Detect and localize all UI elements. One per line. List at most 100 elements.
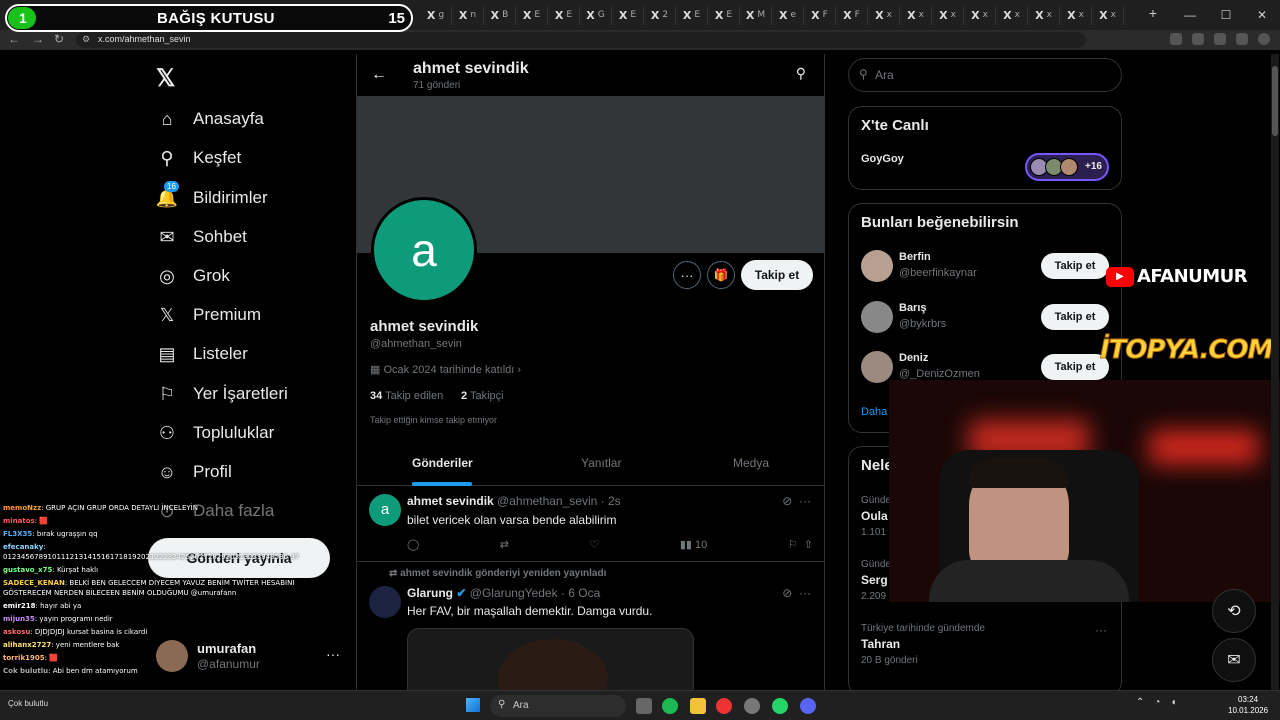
following-link[interactable]: 34 Takip edilen [370,390,443,402]
minimize-icon[interactable]: — [1172,0,1208,30]
nav-item-grok[interactable]: ◎ Grok [156,261,230,291]
maximize-icon[interactable]: ☐ [1208,0,1244,30]
live-listeners[interactable]: +16 [1025,153,1109,181]
browser-tab[interactable]: Xg [420,5,452,25]
more-icon[interactable]: ··· [326,646,340,662]
extension-icon[interactable] [1214,33,1226,45]
browser-tab[interactable]: Xx [1060,5,1092,25]
follow-button[interactable]: Takip et [1041,304,1109,330]
browser-tab[interactable]: XF [804,5,836,25]
nav-item-topluluklar[interactable]: ⚇ Topluluklar [156,418,274,448]
browser-tab[interactable]: XM [740,5,772,25]
volume-icon[interactable]: ◖ [1170,697,1176,708]
browser-tab[interactable]: XE [708,5,740,25]
extension-icon[interactable] [1170,33,1182,45]
wifi-icon[interactable]: ◔ [1154,697,1160,708]
browser-tab[interactable]: Xe [772,5,804,25]
browser-tab[interactable]: XE [676,5,708,25]
nav-item-sohbet[interactable]: ✉ Sohbet [156,222,246,252]
gift-icon[interactable]: 🎁 [707,261,735,289]
avatar[interactable] [861,250,893,282]
back-arrow-icon[interactable]: ← [371,66,387,84]
browser-tab[interactable]: Xx [1028,5,1060,25]
show-more-link[interactable]: Daha [861,406,887,418]
views-count[interactable]: ▮▮ 10 [680,538,707,551]
follow-button[interactable]: Takip et [1041,354,1109,380]
post-author[interactable]: Glarung ✔ @GlarungYedek · 6 Oca [407,586,600,600]
more-icon[interactable]: ··· [799,494,811,508]
avatar[interactable] [369,586,401,618]
browser-tab[interactable]: XE [516,5,548,25]
nav-item-listeler[interactable]: ▤ Listeler [156,339,247,369]
chevron-up-icon[interactable]: ⌃ [1136,697,1144,708]
forward-icon[interactable]: → [32,32,44,46]
browser-tab[interactable]: X2 [644,5,676,25]
followers-link[interactable]: 2 Takipçi [461,390,504,402]
profile-avatar[interactable]: a [371,197,477,303]
url-field[interactable]: ⚙ x.com/ahmethan_sevin [76,32,1086,48]
site-info-icon[interactable]: ⚙ [82,34,90,45]
reload-icon[interactable]: ↻ [54,32,64,46]
browser-tab[interactable]: XB [484,5,516,25]
avatar[interactable] [861,301,893,333]
search-icon[interactable]: ⚲ [796,65,806,82]
taskbar-search[interactable]: ⚲ Ara [490,695,626,717]
follow-button[interactable]: Takip et [741,260,813,290]
browser-tab[interactable]: Xx [900,5,932,25]
bookmark-icon[interactable]: ⚐ ⇧ [788,538,813,551]
clock[interactable]: 03:24 10.01.2026 [1228,694,1268,716]
grok-icon[interactable]: ⊘ [782,586,792,600]
nav-item-bildirimler[interactable]: 🔔 16 Bildirimler [156,181,268,213]
browser-tab[interactable]: Xx [868,5,900,25]
x-logo[interactable]: 𝕏 [156,64,175,93]
browser-tab[interactable]: XG [580,5,612,25]
join-date[interactable]: ▦ Ocak 2024 tarihinde katıldı › [370,363,521,376]
post[interactable]: a ahmet sevindik @ahmethan_sevin · 2s ⊘ … [357,486,825,562]
trend-name[interactable]: Oula [861,509,888,523]
discord-icon[interactable] [800,698,816,714]
scrollbar-thumb[interactable] [1272,66,1278,136]
nav-item-keşfet[interactable]: ⚲ Keşfet [156,143,241,173]
post-author[interactable]: ahmet sevindik @ahmethan_sevin · 2s [407,494,621,508]
more-options-button[interactable]: ··· [673,261,701,289]
browser-tab[interactable]: XF [836,5,868,25]
nav-item-anasayfa[interactable]: ⌂ Anasayfa [156,104,264,134]
nav-item-profil[interactable]: ☺ Profil [156,457,232,487]
suggestion-item[interactable]: Barış @bykrbrs Takip et [861,301,1111,335]
trend-name[interactable]: Serg [861,573,888,587]
trend-name[interactable]: Tahran [861,637,900,651]
search-input[interactable]: ⚲ Ara [848,58,1122,92]
tab-replies[interactable]: Yanıtlar [581,456,621,470]
avatar[interactable] [861,351,893,383]
back-icon[interactable]: ← [8,32,20,46]
tab-media[interactable]: Medya [733,456,769,470]
browser-tab[interactable]: Xx [964,5,996,25]
start-icon[interactable] [466,698,480,712]
more-icon[interactable]: ··· [1095,623,1107,637]
scrollbar[interactable] [1271,54,1279,690]
extension-icon[interactable] [1236,33,1248,45]
live-space-name[interactable]: GoyGoy [861,153,904,165]
reply-icon[interactable]: ◯ [407,538,419,551]
repost-icon[interactable]: ⇄ [500,538,509,551]
file-explorer-icon[interactable] [690,698,706,714]
browser-tab[interactable]: Xx [1092,5,1124,25]
follow-button[interactable]: Takip et [1041,253,1109,279]
browser-tab[interactable]: XE [612,5,644,25]
chrome-icon[interactable] [716,698,732,714]
messages-float-button[interactable]: ✉ [1212,638,1256,682]
browser-tab[interactable]: XE [548,5,580,25]
browser-tab[interactable]: Xn [452,5,484,25]
browser-tab[interactable]: Xx [932,5,964,25]
grok-float-button[interactable]: ⟲ [1212,589,1256,633]
nav-item-yer-i̇şaretleri[interactable]: ⚐ Yer İşaretleri [156,379,288,409]
obs-icon[interactable] [744,698,760,714]
avatar[interactable]: a [369,494,401,526]
more-icon[interactable]: ··· [799,586,811,600]
suggestion-item[interactable]: Berfin @beerfinkaynar Takip et [861,250,1111,284]
whatsapp-icon[interactable] [772,698,788,714]
extension-icon[interactable] [1192,33,1204,45]
nav-item-premium[interactable]: 𝕏 Premium [156,300,261,330]
grok-icon[interactable]: ⊘ [782,494,792,508]
like-icon[interactable]: ♡ [590,538,600,551]
